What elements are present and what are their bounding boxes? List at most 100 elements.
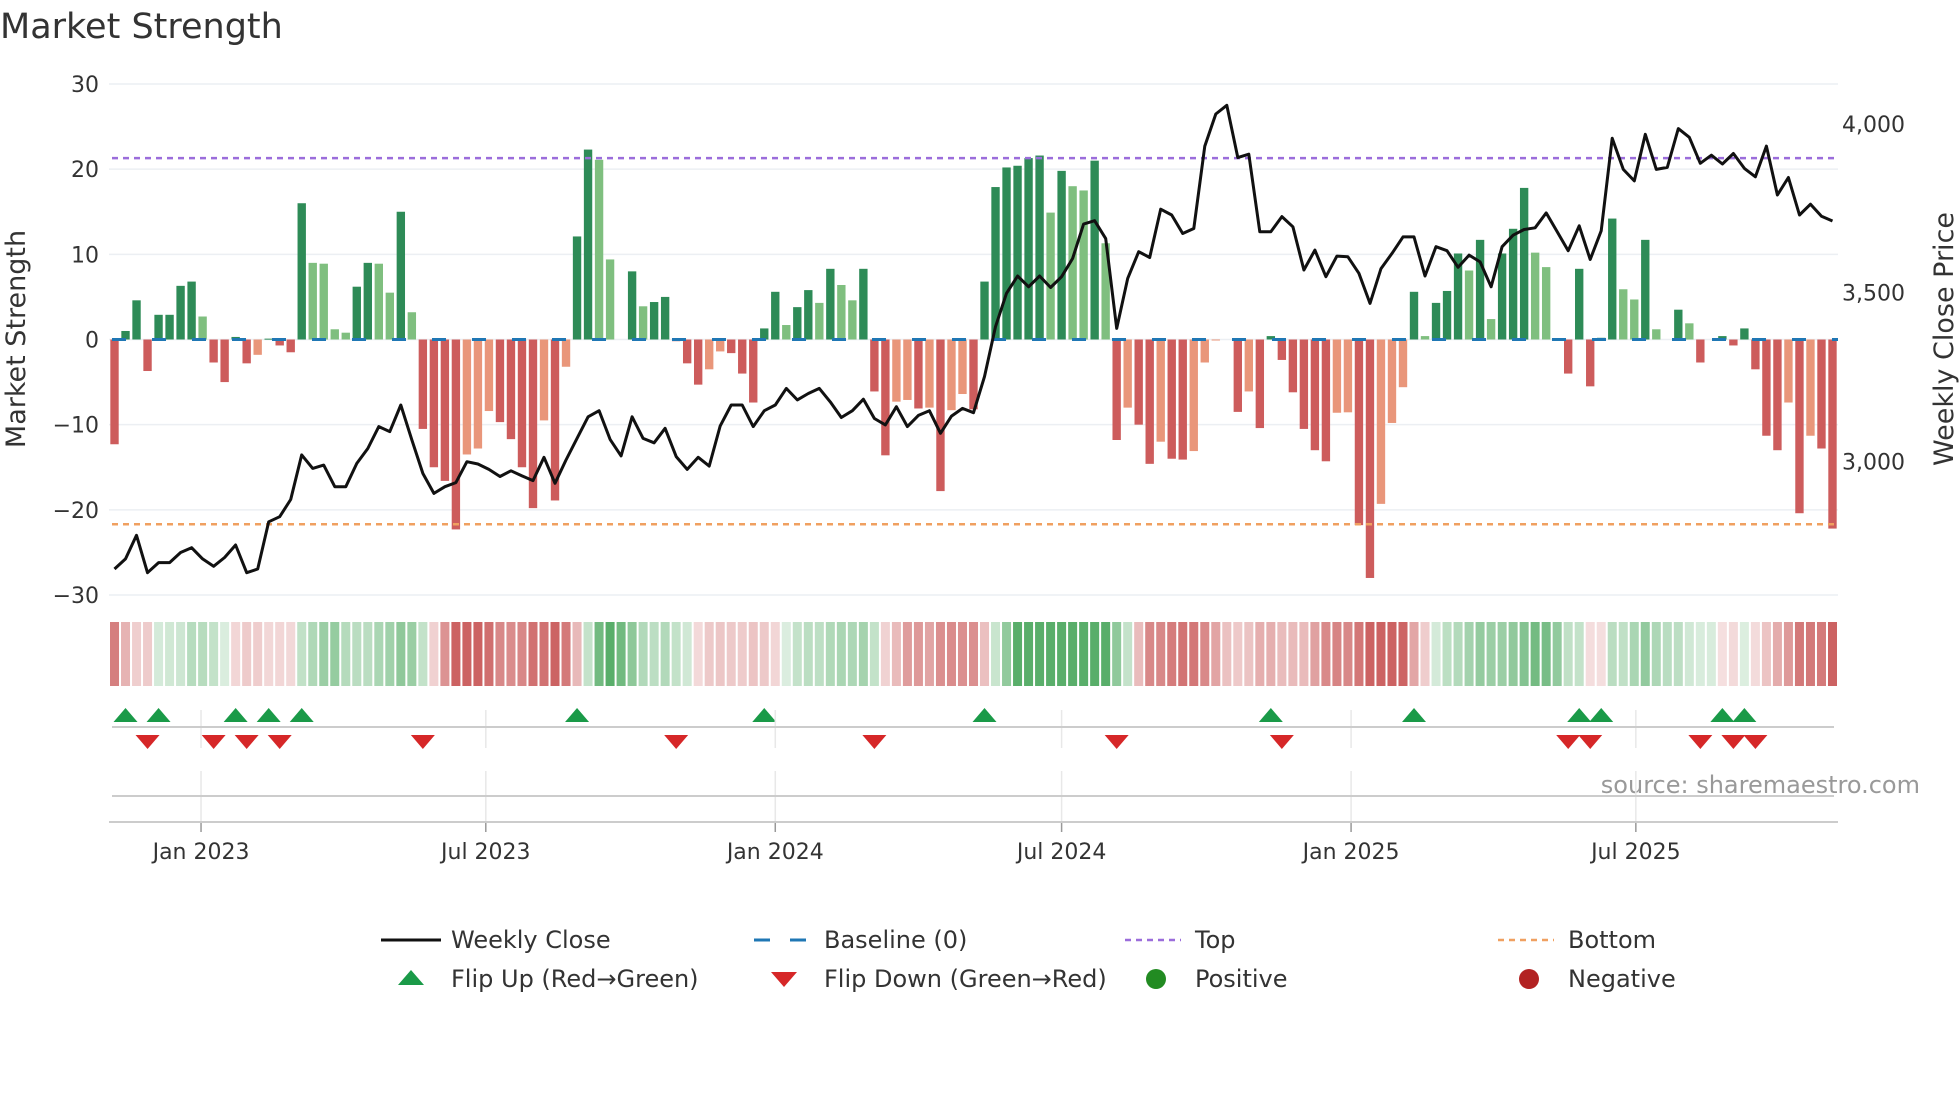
strength-bar-negative bbox=[1200, 339, 1209, 363]
strength-bar-positive bbox=[1575, 268, 1584, 340]
strength-strip-cell bbox=[1651, 622, 1661, 686]
strength-strip-cell bbox=[110, 622, 120, 686]
flip-down-marker bbox=[1688, 735, 1713, 749]
strength-bar-negative bbox=[1354, 339, 1364, 526]
flip-down-marker bbox=[1556, 735, 1581, 749]
strength-bar-positive bbox=[187, 281, 196, 340]
strength-strip-cell bbox=[506, 622, 516, 686]
strength-strip-cell bbox=[1596, 622, 1606, 686]
flip-up-marker bbox=[972, 708, 997, 722]
strength-strip-cell bbox=[1343, 622, 1353, 686]
flip-up-marker bbox=[752, 708, 777, 722]
strength-strip-cell bbox=[1354, 622, 1364, 686]
strength-strip-cell bbox=[1464, 622, 1474, 686]
strength-strip-cell bbox=[451, 622, 461, 686]
strength-strip-cell bbox=[1376, 622, 1386, 686]
strength-strip-cell bbox=[176, 622, 186, 686]
strength-strip-cell bbox=[1167, 622, 1177, 686]
strength-strip-cell bbox=[770, 622, 780, 686]
strength-bar-negative bbox=[528, 339, 538, 509]
strength-bar-positive bbox=[859, 268, 868, 340]
strength-strip-cell bbox=[583, 622, 593, 686]
strength-bar-positive bbox=[330, 329, 339, 340]
strength-bar-positive bbox=[297, 203, 306, 340]
strength-bar-negative bbox=[1586, 339, 1595, 387]
strength-strip-cell bbox=[396, 622, 406, 686]
strength-bar-negative bbox=[1134, 339, 1143, 425]
strength-bar-negative bbox=[1729, 339, 1738, 346]
strength-strip-cell bbox=[319, 622, 329, 686]
strength-bar-negative bbox=[1773, 339, 1782, 451]
strength-bar-positive bbox=[1442, 290, 1452, 340]
strength-strip-cell bbox=[209, 622, 219, 686]
strength-strip-cell bbox=[1200, 622, 1210, 686]
strength-strip-cell bbox=[473, 622, 483, 686]
strength-strip-cell bbox=[1519, 622, 1529, 686]
strength-strip-cell bbox=[913, 622, 923, 686]
chart-title: Market Strength bbox=[0, 7, 283, 47]
strength-bar-positive bbox=[341, 332, 350, 340]
strength-strip-cell bbox=[418, 622, 428, 686]
strength-bar-positive bbox=[1652, 329, 1661, 340]
strength-bar-positive bbox=[980, 281, 989, 340]
strength-strip-cell bbox=[1420, 622, 1430, 686]
strength-strip-cell bbox=[550, 622, 560, 686]
strength-bar-negative bbox=[286, 339, 295, 353]
strength-bar-negative bbox=[506, 339, 516, 440]
strength-strip-cell bbox=[1068, 622, 1078, 686]
strength-strip-cell bbox=[715, 622, 725, 686]
strength-strip-cell bbox=[1552, 622, 1562, 686]
strength-bar-negative bbox=[1211, 339, 1220, 341]
flip-down-marker bbox=[1104, 735, 1129, 749]
strength-strip-cell bbox=[297, 622, 307, 686]
strength-strip-cell bbox=[1299, 622, 1309, 686]
flip-up-marker bbox=[289, 708, 314, 722]
x-tick-label: Jan 2025 bbox=[1301, 840, 1400, 865]
strength-strip-cell bbox=[374, 622, 384, 686]
strength-strip-cell bbox=[1607, 622, 1617, 686]
strength-strip-cell bbox=[1211, 622, 1221, 686]
strength-bar-positive bbox=[319, 263, 328, 340]
strength-strip-cell bbox=[286, 622, 296, 686]
strength-strip-cell bbox=[1002, 622, 1012, 686]
strength-strip-cell bbox=[1541, 622, 1551, 686]
strength-strip-cell bbox=[1442, 622, 1452, 686]
strength-strip-cell bbox=[1574, 622, 1584, 686]
strength-strip-cell bbox=[1640, 622, 1650, 686]
strength-bar-positive bbox=[1079, 190, 1088, 340]
flip-down-marker bbox=[201, 735, 226, 749]
strength-bar-negative bbox=[1784, 339, 1793, 403]
strength-bar-negative bbox=[473, 339, 483, 449]
strength-bar-negative bbox=[1564, 339, 1573, 374]
strength-strip-cell bbox=[858, 622, 868, 686]
strength-bar-positive bbox=[352, 286, 361, 340]
strength-bar-positive bbox=[176, 285, 185, 340]
strength-strip-cell bbox=[308, 622, 318, 686]
strength-bar-negative bbox=[903, 339, 912, 400]
strength-strip-cell bbox=[957, 622, 967, 686]
legend-label: Baseline (0) bbox=[824, 926, 967, 954]
strength-strip-cell bbox=[1365, 622, 1375, 686]
strength-bar-negative bbox=[693, 339, 703, 385]
strength-strip-cell bbox=[1266, 622, 1276, 686]
flip-up-marker bbox=[256, 708, 281, 722]
strength-bar-negative bbox=[517, 339, 527, 468]
strength-bar-negative bbox=[1806, 339, 1815, 436]
strength-strip-cell bbox=[1453, 622, 1463, 686]
strength-bar-positive bbox=[1541, 267, 1551, 340]
strength-strip-cell bbox=[946, 622, 956, 686]
strength-strip-cell bbox=[1277, 622, 1287, 686]
strength-strip-cell bbox=[407, 622, 417, 686]
strength-bar-positive bbox=[1519, 187, 1529, 340]
strength-bar-positive bbox=[1740, 328, 1749, 340]
x-tick-label: Jul 2023 bbox=[439, 840, 531, 865]
strength-bar-positive bbox=[1013, 165, 1022, 340]
flip-down-marker bbox=[410, 735, 435, 749]
strength-strip-cell bbox=[1684, 622, 1694, 686]
strength-strip-cell bbox=[1618, 622, 1628, 686]
legend-positive-icon bbox=[1146, 969, 1166, 989]
legend-label: Negative bbox=[1568, 965, 1676, 993]
strength-bar-positive bbox=[649, 302, 659, 340]
strength-strip-cell bbox=[880, 622, 890, 686]
flip-up-marker bbox=[1258, 708, 1283, 722]
